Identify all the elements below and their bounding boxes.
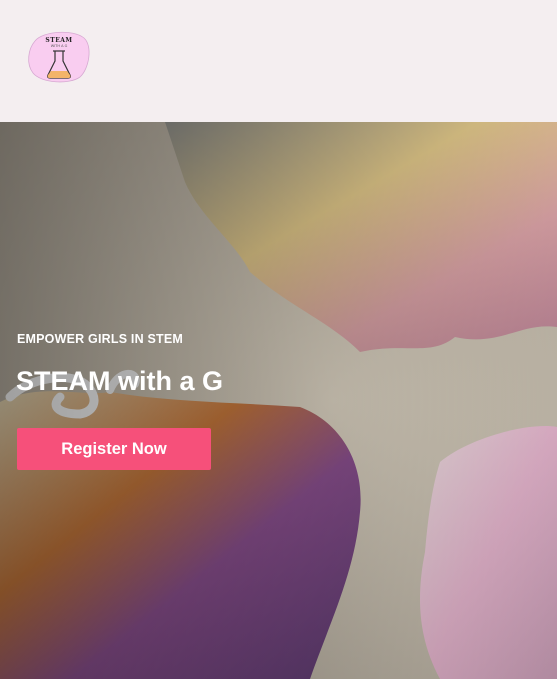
site-header: STEAM WITH A G (0, 0, 557, 122)
hero-overlay (0, 122, 557, 679)
hero-title: STEAM with a G (16, 366, 224, 396)
site-logo[interactable]: STEAM WITH A G (27, 31, 91, 83)
flask-icon (47, 50, 71, 79)
hero-eyebrow: EMPOWER GIRLS IN STEM (17, 332, 184, 346)
hero-section: EMPOWER GIRLS IN STEM STEAM with a G Reg… (0, 122, 557, 679)
register-now-button[interactable]: Register Now (17, 428, 211, 470)
